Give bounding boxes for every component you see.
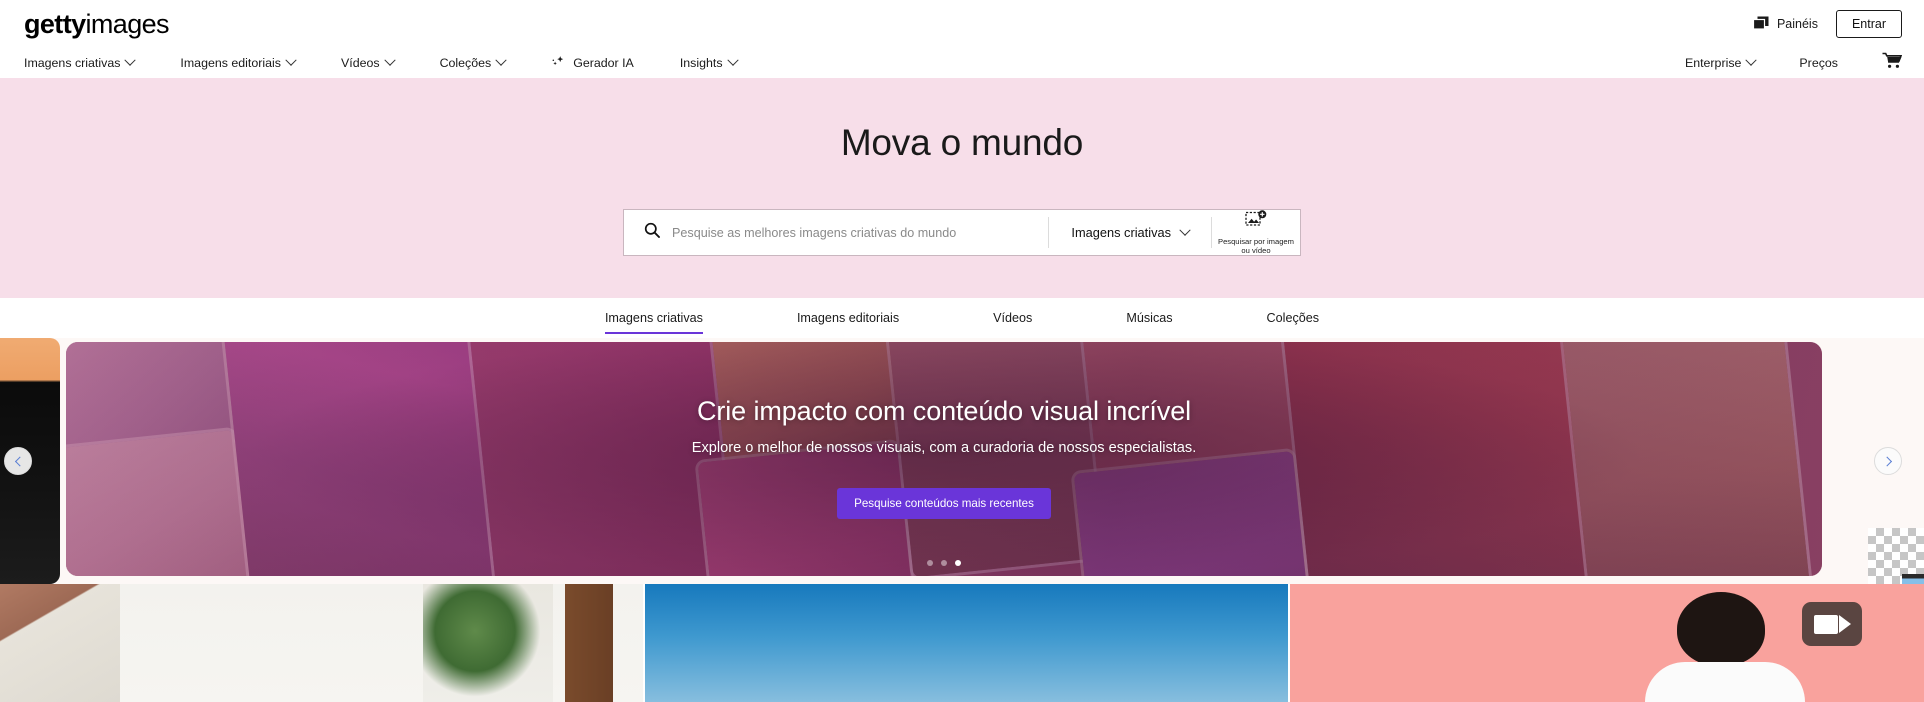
nav-item-colecoes[interactable]: Coleções (439, 54, 528, 70)
nav-label: Preços (1799, 56, 1838, 70)
nav-label: Vídeos (340, 56, 380, 70)
chevron-down-icon (285, 54, 297, 66)
gallery-item-blue-sky[interactable] (645, 584, 1288, 702)
nav-label: Enterprise (1684, 56, 1742, 70)
ai-sparkle-icon (551, 55, 565, 72)
portrait-hair (1677, 592, 1765, 666)
boards-label: Painéis (1776, 17, 1818, 31)
nav-item-gerador-ia[interactable]: Gerador IA (551, 55, 656, 72)
tab-imagens-editoriais[interactable]: Imagens editoriais (797, 303, 899, 334)
shopping-cart-icon[interactable] (1882, 52, 1903, 74)
top-header-right-group: Painéis Entrar (1752, 10, 1902, 38)
nav-label: Insights (679, 56, 723, 70)
tab-colecoes[interactable]: Coleções (1267, 303, 1320, 334)
camera-body-shape (1813, 614, 1838, 634)
carousel-slide-title: Crie impacto com conteúdo visual incríve… (696, 396, 1192, 426)
gallery-item-coral-portrait[interactable] (1290, 584, 1924, 702)
sign-in-button[interactable]: Entrar (1835, 10, 1902, 38)
tab-imagens-criativas[interactable]: Imagens criativas (604, 303, 703, 334)
carousel-slide-subtitle: Explore o melhor de nossos visuais, com … (691, 440, 1197, 456)
chevron-right-icon (1881, 456, 1892, 466)
chevron-down-icon (495, 54, 507, 66)
carousel-dot-1[interactable] (927, 560, 933, 566)
portrait-shirt (1645, 662, 1805, 702)
gallery-item-street-post (565, 584, 613, 702)
visual-search-label: Pesquisar por imagem ou vídeo (1218, 236, 1294, 255)
top-header-bar: gettyimages Painéis Entrar (0, 0, 1924, 48)
hero-section: Mova o mundo Imagens criativas (0, 78, 1924, 298)
chevron-down-icon (1179, 224, 1191, 236)
search-type-label: Imagens criativas (1071, 225, 1171, 240)
chevron-down-icon (726, 54, 739, 66)
page-title: Mova o mundo (840, 122, 1084, 163)
nav-item-insights[interactable]: Insights (679, 54, 759, 70)
boards-link[interactable]: Painéis (1752, 16, 1818, 33)
carousel-next-button[interactable] (1874, 447, 1902, 475)
carousel-slide-active: Crie impacto com conteúdo visual incríve… (66, 342, 1822, 576)
video-camera-icon (1802, 602, 1862, 646)
nav-item-imagens-editoriais[interactable]: Imagens editoriais (180, 54, 317, 70)
nav-label: Imagens editoriais (180, 56, 281, 70)
nav-item-precos[interactable]: Preços (1799, 56, 1838, 70)
search-bar: Imagens criativas Pesquisar por imagem o… (623, 209, 1301, 256)
nav-label: Imagens criativas (24, 56, 121, 70)
logo-getty-text: getty (24, 8, 86, 39)
chevron-left-icon (14, 456, 25, 466)
chevron-down-icon (124, 54, 137, 66)
carousel-dot-3[interactable] (955, 560, 961, 566)
nav-primary-items: Imagens criativas Imagens editoriais Víd… (24, 54, 759, 72)
main-navigation-bar: Imagens criativas Imagens editoriais Víd… (0, 48, 1924, 78)
carousel-cta-button[interactable]: Pesquise conteúdos mais recentes (837, 488, 1051, 519)
nav-item-videos[interactable]: Vídeos (340, 54, 416, 70)
carousel-slide-content: Crie impacto com conteúdo visual incríve… (66, 342, 1822, 576)
transparency-checkerboard (1868, 528, 1924, 584)
nav-item-imagens-criativas[interactable]: Imagens criativas (24, 54, 156, 70)
gallery-row (0, 584, 1924, 702)
getty-images-logo[interactable]: gettyimages (24, 8, 170, 39)
gallery-item-street-scene[interactable] (0, 584, 643, 702)
visual-search-button[interactable]: Pesquisar por imagem ou vídeo (1212, 210, 1300, 255)
tab-videos[interactable]: Vídeos (993, 303, 1032, 334)
nav-item-enterprise[interactable]: Enterprise (1684, 54, 1758, 70)
boards-icon (1752, 16, 1769, 33)
portrait-subject (1645, 592, 1805, 702)
search-type-dropdown[interactable]: Imagens criativas (1049, 210, 1211, 255)
hero-carousel: Crie impacto com conteúdo visual incríve… (0, 338, 1924, 584)
nav-secondary-items: Enterprise Preços (1684, 52, 1903, 74)
content-type-tabs: Imagens criativas Imagens editoriais Víd… (0, 298, 1924, 338)
camera-lens-shape (1838, 615, 1851, 633)
image-upload-search-icon (1245, 210, 1267, 235)
search-icon (644, 222, 660, 243)
search-field-wrapper[interactable] (624, 210, 1049, 255)
search-input[interactable] (672, 225, 1049, 240)
nav-label: Coleções (439, 56, 492, 70)
logo-images-text: images (85, 8, 170, 39)
getty-images-homepage: gettyimages Painéis Entrar Imagens criat… (0, 0, 1924, 702)
chevron-down-icon (1745, 54, 1758, 66)
carousel-previous-button[interactable] (4, 447, 32, 475)
carousel-dot-2[interactable] (941, 560, 947, 566)
nav-label: Gerador IA (573, 56, 634, 70)
tab-musicas[interactable]: Músicas (1126, 303, 1172, 334)
chevron-down-icon (383, 54, 396, 66)
carousel-pagination-dots (66, 560, 1822, 566)
